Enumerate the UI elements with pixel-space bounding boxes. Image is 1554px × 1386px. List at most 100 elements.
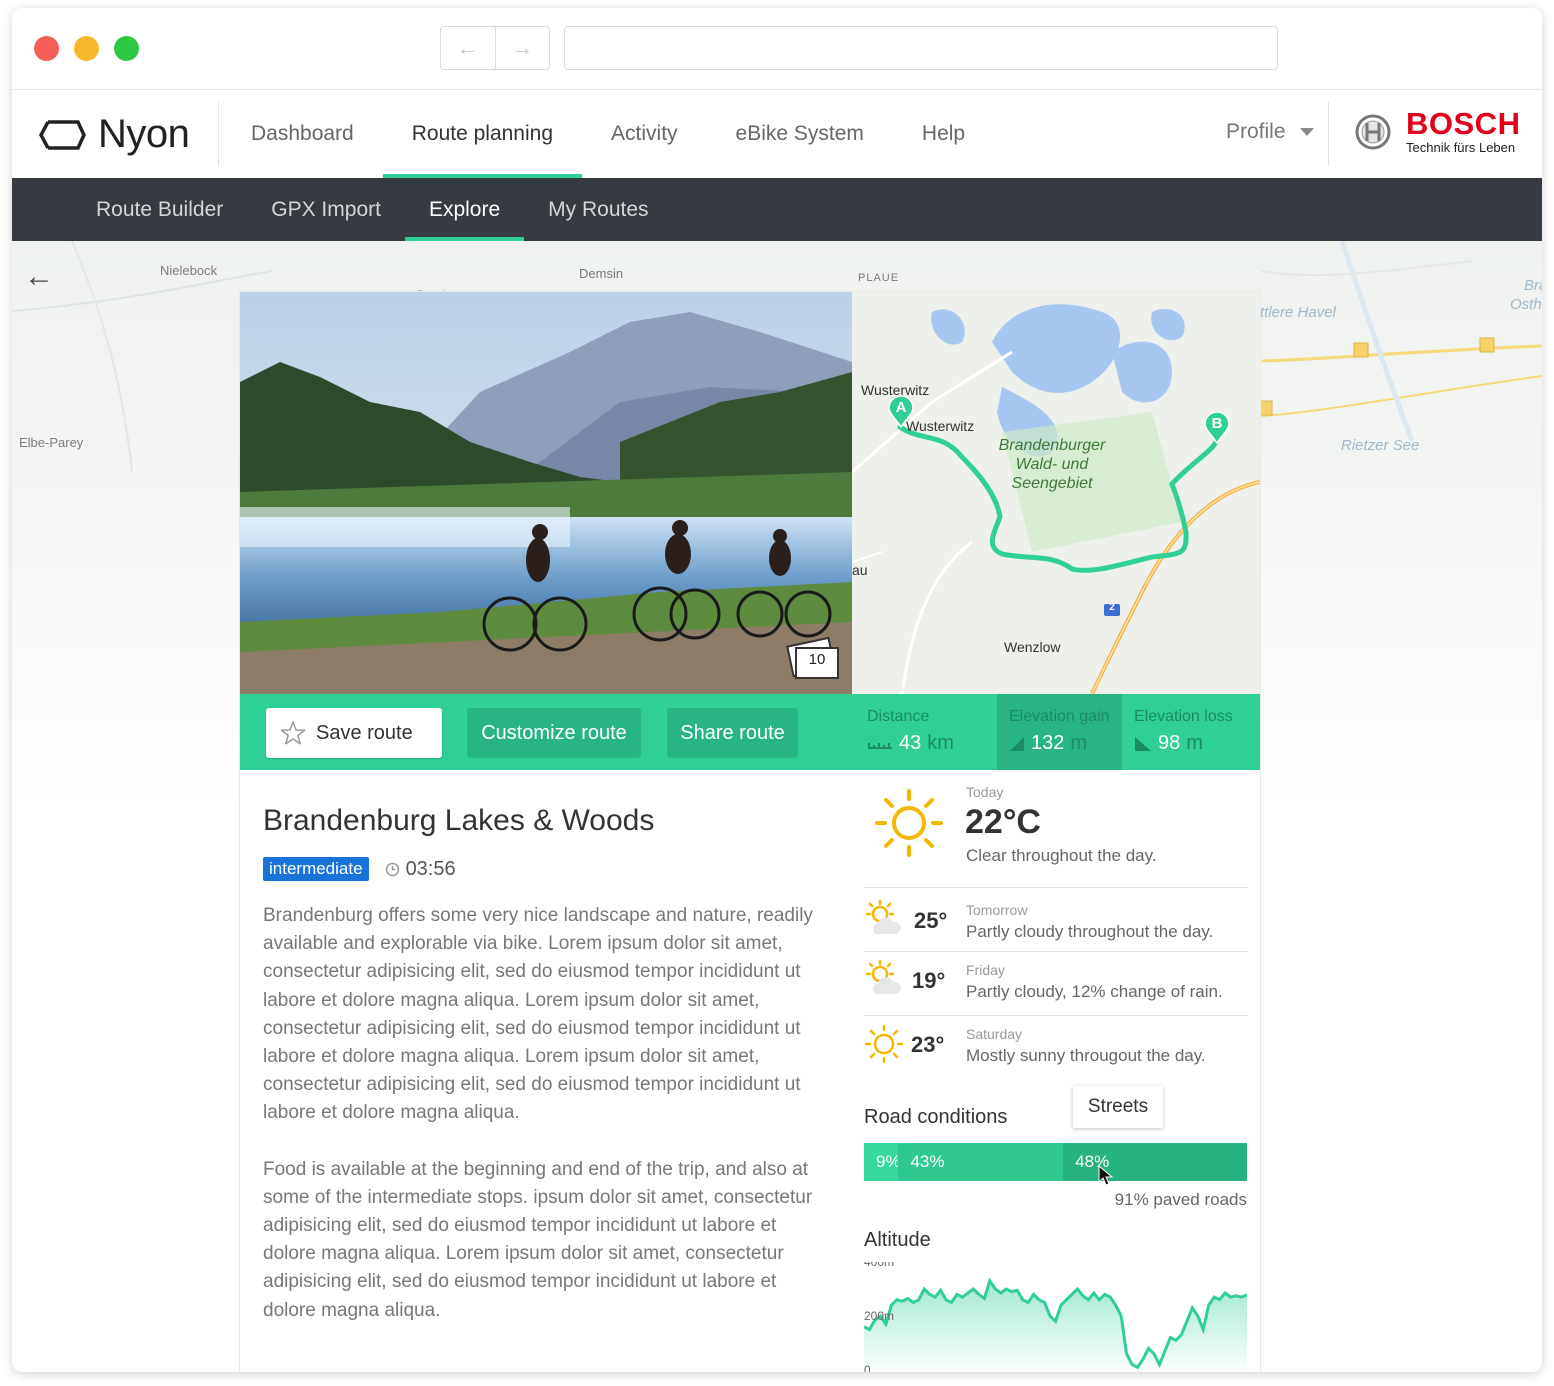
save-route-button[interactable]: Save route bbox=[266, 708, 442, 758]
route-end-marker[interactable]: B bbox=[1204, 412, 1230, 444]
ruler-icon bbox=[868, 742, 892, 749]
bosch-armature-icon bbox=[1355, 114, 1391, 150]
nav-activity[interactable]: Activity bbox=[582, 90, 707, 178]
forecast-day: Tomorrow bbox=[966, 902, 1028, 918]
weather-forecast-row: 23° Saturday Mostly sunny througout the … bbox=[864, 1015, 1248, 1079]
elevation-down-icon bbox=[1135, 736, 1151, 751]
nav-help[interactable]: Help bbox=[893, 90, 994, 178]
map-label: PLAUE bbox=[858, 272, 900, 284]
nyon-logo[interactable]: Nyon bbox=[38, 112, 190, 157]
altitude-tick-label: 400m bbox=[864, 1262, 894, 1269]
map-label: Nielebock bbox=[160, 263, 218, 278]
main-nav: Dashboard Route planning Activity eBike … bbox=[222, 90, 994, 178]
clock-icon bbox=[385, 862, 399, 876]
back-nav-icon[interactable]: ← bbox=[441, 27, 495, 69]
nav-ebike-system[interactable]: eBike System bbox=[707, 90, 893, 178]
map-label: Osth bbox=[1510, 296, 1542, 313]
minimize-window-button[interactable] bbox=[74, 36, 99, 61]
elevation-loss-stat: Elevation loss 98 m bbox=[1122, 694, 1260, 770]
nav-dashboard[interactable]: Dashboard bbox=[222, 90, 383, 178]
road-conditions-bar[interactable]: 9% 43% 48% bbox=[864, 1143, 1247, 1181]
road-segment[interactable]: 9% bbox=[864, 1143, 901, 1181]
road-segment[interactable]: 43% bbox=[898, 1143, 1064, 1181]
route-meta: intermediate 03:56 bbox=[263, 857, 456, 881]
altitude-chart[interactable]: 400m 200m 0 bbox=[864, 1262, 1247, 1372]
altitude-tick-label: 0 bbox=[864, 1363, 871, 1372]
elevation-gain-label: Elevation gain bbox=[1009, 708, 1110, 725]
brand-name: Nyon bbox=[98, 112, 190, 156]
elevation-up-icon bbox=[1010, 736, 1024, 751]
tab-route-builder[interactable]: Route Builder bbox=[72, 178, 247, 241]
route-start-marker[interactable]: A bbox=[888, 396, 914, 428]
forecast-temp: 19° bbox=[912, 968, 946, 993]
route-map-canvas bbox=[852, 292, 1260, 694]
address-bar[interactable] bbox=[564, 26, 1278, 70]
map-label-wenzlow: Wenzlow bbox=[1004, 639, 1061, 655]
weather-today-desc: Clear throughout the day. bbox=[966, 846, 1157, 865]
customize-route-button[interactable]: Customize route bbox=[467, 708, 641, 758]
forecast-temp: 23° bbox=[911, 1032, 945, 1057]
nyon-logo-icon bbox=[39, 119, 86, 150]
forecast-day: Saturday bbox=[966, 1026, 1023, 1042]
header-divider bbox=[218, 102, 219, 166]
description-paragraph: Food is available at the beginning and e… bbox=[263, 1158, 813, 1321]
end-marker-label: B bbox=[1211, 415, 1223, 432]
forward-nav-icon[interactable]: → bbox=[494, 27, 550, 69]
nav-route-planning[interactable]: Route planning bbox=[382, 90, 583, 178]
highway-shield: 2 bbox=[1109, 602, 1115, 613]
weather-today-day: Today bbox=[966, 784, 1004, 800]
map-label: Bra bbox=[1524, 277, 1542, 294]
route-action-bar: Save route Customize route Share route D… bbox=[240, 694, 1260, 770]
route-photo[interactable]: 10 bbox=[240, 292, 852, 694]
tab-explore[interactable]: Explore bbox=[404, 178, 525, 241]
forecast-desc: Partly cloudy, 12% change of rain. bbox=[966, 982, 1223, 1001]
distance-stat: Distance 43 km bbox=[855, 694, 997, 770]
route-detail-card: 10 Wusterwitz Wusterwitz Brandenburger W… bbox=[240, 292, 1260, 1372]
map-label-wusterwitz-2: Wusterwitz bbox=[906, 418, 975, 434]
route-map[interactable]: Wusterwitz Wusterwitz Brandenburger Wald… bbox=[852, 292, 1260, 694]
profile-menu[interactable]: Profile bbox=[1226, 120, 1314, 144]
elevation-loss-label: Elevation loss bbox=[1134, 708, 1233, 725]
distance-value: 43 bbox=[899, 732, 922, 754]
elevation-loss-unit: m bbox=[1186, 732, 1203, 754]
paved-roads-summary: 91% paved roads bbox=[1114, 1190, 1247, 1209]
weather-forecast-row: 19° Friday Partly cloudy, 12% change of … bbox=[864, 951, 1248, 1015]
mouse-cursor-icon bbox=[1098, 1165, 1114, 1186]
description-paragraph: Brandenburg offers some very nice landsc… bbox=[263, 905, 813, 1124]
gallery-button[interactable]: 10 bbox=[786, 636, 842, 680]
photo-count: 10 bbox=[808, 651, 826, 668]
route-title: Brandenburg Lakes & Woods bbox=[263, 804, 655, 837]
map-label: ttlere Havel bbox=[1260, 304, 1336, 321]
map-label: Demsin bbox=[579, 266, 624, 281]
forecast-desc: Partly cloudy throughout the day. bbox=[966, 922, 1214, 941]
sun-icon bbox=[864, 1024, 904, 1064]
browser-titlebar: ← → bbox=[12, 8, 1542, 90]
back-arrow-icon[interactable]: ← bbox=[24, 260, 54, 294]
tab-gpx-import[interactable]: GPX Import bbox=[247, 178, 405, 241]
tab-my-routes[interactable]: My Routes bbox=[524, 178, 672, 241]
browser-window: ← → Nyon Dashboard Route planning Activi… bbox=[12, 8, 1542, 1372]
difficulty-badge: intermediate bbox=[263, 857, 369, 881]
maximize-window-button[interactable] bbox=[114, 36, 139, 61]
road-segment[interactable]: 48% bbox=[1063, 1143, 1247, 1181]
distance-label: Distance bbox=[867, 708, 930, 725]
partly-cloudy-icon bbox=[865, 960, 901, 994]
road-conditions-title: Road conditions bbox=[864, 1106, 1008, 1128]
route-photo-image bbox=[240, 292, 852, 694]
map-label: Elbe-Parey bbox=[19, 435, 84, 450]
partly-cloudy-icon bbox=[865, 900, 901, 934]
map-label: Rietzer See bbox=[1341, 437, 1420, 454]
save-route-label: Save route bbox=[316, 721, 413, 744]
star-icon bbox=[280, 721, 306, 745]
elevation-gain-value: 132 bbox=[1031, 732, 1065, 754]
forecast-temp: 25° bbox=[914, 908, 948, 933]
map-label-forest: Brandenburger Wald- und Seengebiet bbox=[998, 437, 1106, 492]
elevation-gain-unit: m bbox=[1070, 732, 1088, 754]
duration-value: 03:56 bbox=[405, 857, 456, 880]
bosch-tagline: Technik fürs Leben bbox=[1406, 140, 1516, 155]
weather-today: Today 22°C Clear throughout the day. bbox=[852, 770, 1248, 887]
elevation-loss-value: 98 bbox=[1158, 732, 1181, 754]
close-window-button[interactable] bbox=[34, 36, 59, 61]
share-route-button[interactable]: Share route bbox=[667, 708, 798, 758]
bosch-wordmark: BOSCH bbox=[1406, 106, 1521, 141]
